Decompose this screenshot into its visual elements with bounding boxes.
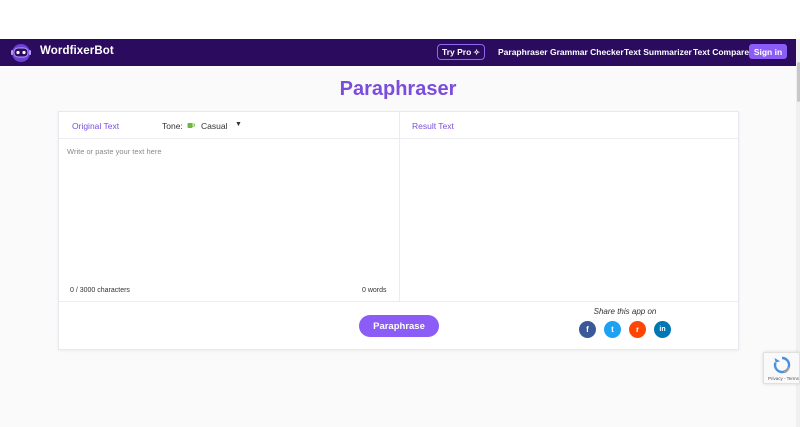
coffee-cup-icon <box>187 123 195 128</box>
try-pro-label: Try Pro <box>442 47 472 57</box>
page-title: Paraphraser <box>339 78 457 100</box>
nav-link-paraphraser[interactable]: Paraphraser <box>498 47 548 57</box>
word-count: 0 words <box>362 287 387 294</box>
robot-logo-icon[interactable] <box>10 42 32 63</box>
recaptcha-icon <box>773 356 791 374</box>
try-pro-button[interactable]: Try Pro ✧ <box>437 44 485 60</box>
sparkle-icon: ✧ <box>473 47 480 57</box>
character-count: 0 / 3000 characters <box>70 287 130 294</box>
original-text-input[interactable] <box>67 147 393 277</box>
sign-in-button[interactable]: Sign in <box>749 44 787 59</box>
card-footer-divider <box>59 301 738 302</box>
tone-select-value[interactable]: Casual <box>201 121 227 131</box>
nav-link-grammar-checker[interactable]: Grammar Checker <box>550 47 624 57</box>
tone-label: Tone: <box>162 121 183 131</box>
nav-link-text-compare[interactable]: Text Compare <box>693 47 749 57</box>
brand-name[interactable]: WordfixerBot <box>40 45 114 57</box>
page-top-whitespace <box>0 0 800 39</box>
result-text-label: Result Text <box>412 121 454 131</box>
twitter-icon[interactable]: t <box>604 321 621 338</box>
facebook-icon[interactable]: f <box>579 321 596 338</box>
recaptcha-terms[interactable]: Privacy - Terms <box>768 376 799 381</box>
linkedin-icon[interactable]: in <box>654 321 671 338</box>
reddit-icon[interactable]: r <box>629 321 646 338</box>
panel-divider <box>399 112 400 301</box>
nav-link-text-summarizer[interactable]: Text Summarizer <box>624 47 692 57</box>
navbar: WordfixerBot Try Pro ✧ Paraphraser Gramm… <box>0 39 796 66</box>
chevron-down-icon[interactable]: ▼ <box>235 121 242 128</box>
original-text-tab[interactable]: Original Text <box>72 121 119 131</box>
recaptcha-badge[interactable]: Privacy - Terms <box>763 352 800 384</box>
paraphrase-button[interactable]: Paraphrase <box>359 315 439 337</box>
share-title: Share this app on <box>593 307 657 316</box>
share-icons: f t r in <box>579 321 671 338</box>
paraphraser-card: Original Text Tone: Casual ▼ Result Text… <box>58 111 739 350</box>
